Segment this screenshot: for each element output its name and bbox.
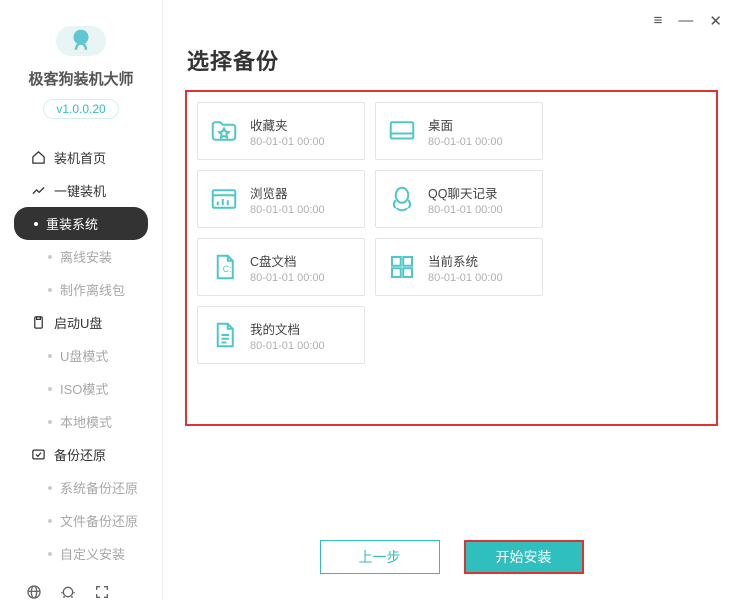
bullet-icon: [48, 387, 52, 391]
bullet-icon: [48, 255, 52, 259]
nav-iso-mode-label: ISO模式: [60, 379, 108, 398]
bullet-icon: [48, 288, 52, 292]
bullet-icon: [34, 222, 38, 226]
ie-icon[interactable]: [26, 584, 42, 600]
card-browser-title: 浏览器: [250, 183, 325, 202]
nav-usb-mode[interactable]: U盘模式: [0, 339, 162, 372]
nav-file-backup-restore-label: 文件备份还原: [60, 511, 138, 530]
backup-icon: [30, 447, 46, 463]
browser-icon: [208, 183, 240, 215]
nav-local-mode-label: 本地模式: [60, 412, 112, 431]
card-current-sys-time: 80-01-01 00:00: [428, 272, 503, 284]
nav-backup-label: 备份还原: [54, 445, 106, 464]
nav-usb-mode-label: U盘模式: [60, 346, 108, 365]
page-title: 选择备份: [187, 44, 740, 76]
card-mydocs-title: 我的文档: [250, 319, 325, 338]
app-name: 极客狗装机大师: [28, 68, 133, 89]
usb-icon: [30, 315, 46, 331]
nav-backup[interactable]: 备份还原: [0, 438, 162, 471]
nav-make-offline-label: 制作离线包: [60, 280, 125, 299]
nav-onekey[interactable]: 一键装机: [0, 174, 162, 207]
bullet-icon: [48, 552, 52, 556]
card-cdrive[interactable]: C: C盘文档 80-01-01 00:00: [197, 238, 365, 296]
nav-sys-backup-restore[interactable]: 系统备份还原: [0, 471, 162, 504]
nav-offline-install[interactable]: 离线安装: [0, 240, 162, 273]
card-current-sys-title: 当前系统: [428, 251, 503, 270]
windows-icon: [386, 251, 418, 283]
card-mydocs[interactable]: 我的文档 80-01-01 00:00: [197, 306, 365, 364]
folder-star-icon: [208, 115, 240, 147]
card-qq-title: QQ聊天记录: [428, 183, 503, 202]
card-favorites-time: 80-01-01 00:00: [250, 136, 325, 148]
nav-bootusb-label: 启动U盘: [54, 313, 102, 332]
nav-local-mode[interactable]: 本地模式: [0, 405, 162, 438]
nav-reinstall[interactable]: 重装系统: [14, 207, 148, 240]
qq-icon: [386, 183, 418, 215]
desktop-icon: [386, 115, 418, 147]
nav-home-label: 装机首页: [54, 148, 106, 167]
bullet-icon: [48, 354, 52, 358]
app-version: v1.0.0.20: [43, 99, 118, 119]
card-cdrive-title: C盘文档: [250, 251, 325, 270]
nav-iso-mode[interactable]: ISO模式: [0, 372, 162, 405]
card-qq-time: 80-01-01 00:00: [428, 204, 503, 216]
support-icon[interactable]: [60, 584, 76, 600]
nav-make-offline[interactable]: 制作离线包: [0, 273, 162, 306]
menu-button[interactable]: ≡: [654, 12, 663, 30]
bullet-icon: [48, 486, 52, 490]
card-cdrive-time: 80-01-01 00:00: [250, 272, 325, 284]
nav-custom-install-label: 自定义安装: [60, 544, 125, 563]
nav-file-backup-restore[interactable]: 文件备份还原: [0, 504, 162, 537]
card-desktop-title: 桌面: [428, 115, 503, 134]
nav-offline-install-label: 离线安装: [60, 247, 112, 266]
card-desktop[interactable]: 桌面 80-01-01 00:00: [375, 102, 543, 160]
svg-text:C:: C:: [223, 264, 232, 274]
c-doc-icon: C:: [208, 251, 240, 283]
chart-icon: [30, 183, 46, 199]
home-icon: [30, 150, 46, 166]
prev-button[interactable]: 上一步: [320, 540, 440, 574]
nav-home[interactable]: 装机首页: [0, 141, 162, 174]
fullscreen-icon[interactable]: [94, 584, 110, 600]
nav-sys-backup-restore-label: 系统备份还原: [60, 478, 138, 497]
app-logo: [56, 26, 106, 56]
start-install-button[interactable]: 开始安装: [464, 540, 584, 574]
card-mydocs-time: 80-01-01 00:00: [250, 340, 325, 352]
nav-reinstall-label: 重装系统: [46, 214, 98, 233]
card-current-sys[interactable]: 当前系统 80-01-01 00:00: [375, 238, 543, 296]
card-favorites[interactable]: 收藏夹 80-01-01 00:00: [197, 102, 365, 160]
card-favorites-title: 收藏夹: [250, 115, 325, 134]
card-browser[interactable]: 浏览器 80-01-01 00:00: [197, 170, 365, 228]
nav-custom-install[interactable]: 自定义安装: [0, 537, 162, 570]
bullet-icon: [48, 420, 52, 424]
minimize-button[interactable]: —: [678, 12, 693, 30]
nav-onekey-label: 一键装机: [54, 181, 106, 200]
card-qq[interactable]: QQ聊天记录 80-01-01 00:00: [375, 170, 543, 228]
bullet-icon: [48, 519, 52, 523]
backup-cards-container: 收藏夹 80-01-01 00:00 桌面 80-01-01 00:00 浏览器…: [185, 90, 718, 426]
document-icon: [208, 319, 240, 351]
nav-bootusb[interactable]: 启动U盘: [0, 306, 162, 339]
close-button[interactable]: ✕: [709, 12, 722, 30]
card-browser-time: 80-01-01 00:00: [250, 204, 325, 216]
card-desktop-time: 80-01-01 00:00: [428, 136, 503, 148]
